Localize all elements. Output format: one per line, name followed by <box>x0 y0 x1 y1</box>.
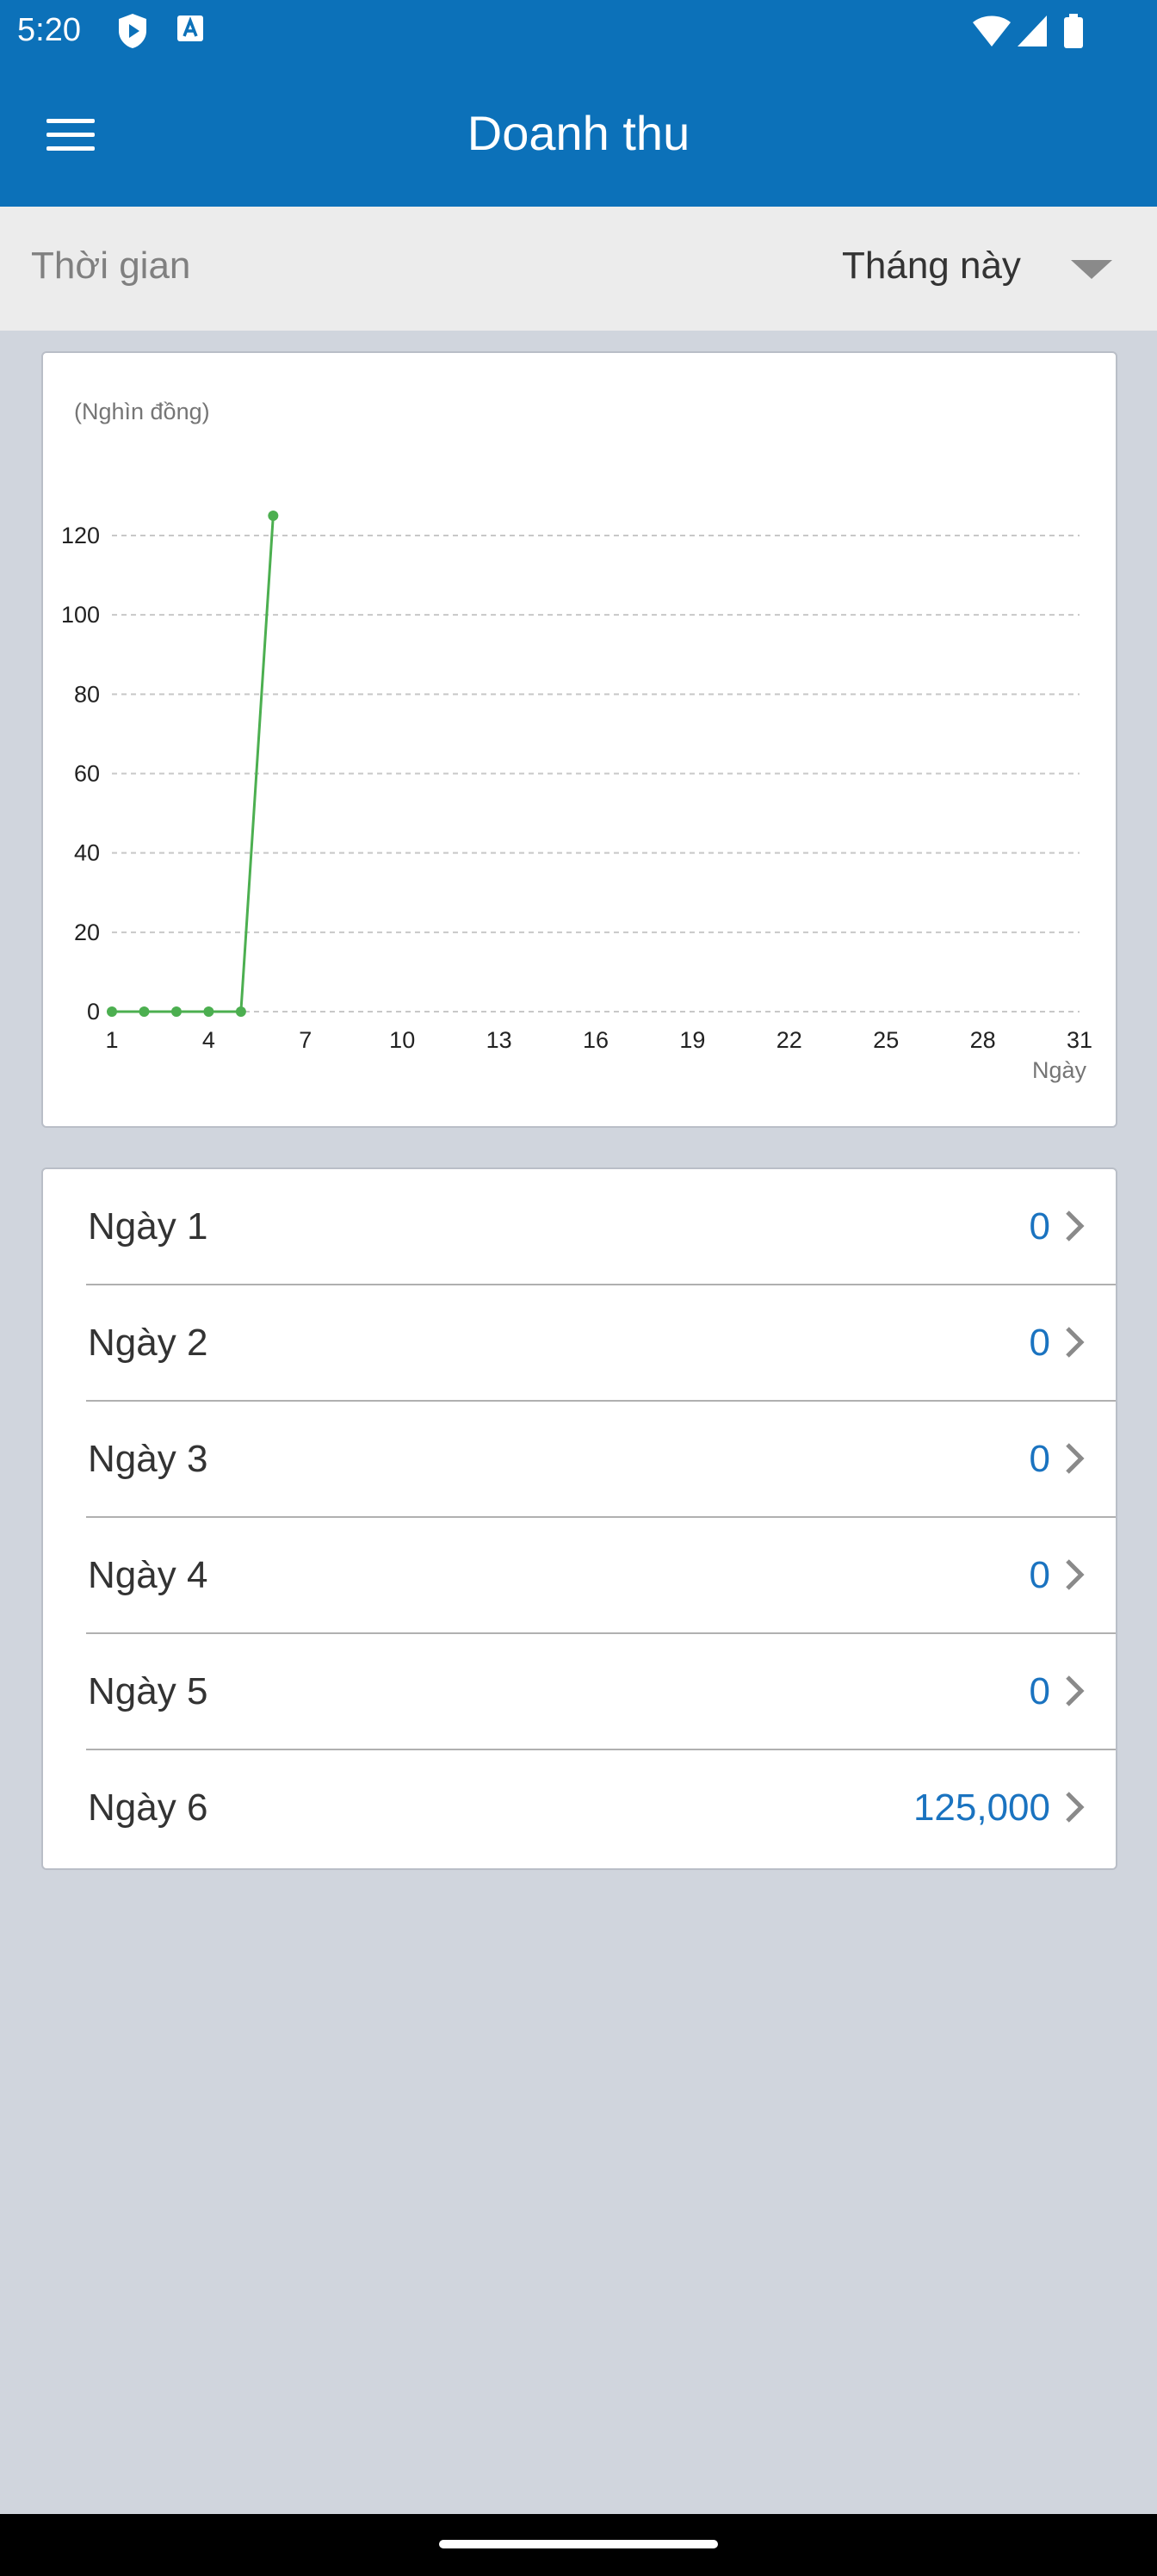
signal-icon <box>1016 12 1050 54</box>
chart-x-tick-label: 28 <box>970 1027 996 1053</box>
day-revenue-value: 0 <box>1029 1438 1050 1480</box>
day-label: Ngày 4 <box>88 1554 208 1596</box>
chart-x-tick-label: 13 <box>486 1027 512 1053</box>
top-app-bar: 5:20 Doanh thu <box>0 0 1157 207</box>
chart-x-tick-label: 19 <box>679 1027 705 1053</box>
time-filter-bar: Thời gian Tháng này <box>0 207 1157 331</box>
chart-y-unit-label: (Nghìn đồng) <box>74 399 210 424</box>
chart-x-tick-label: 1 <box>105 1027 118 1053</box>
chevron-right-icon <box>1059 1557 1090 1592</box>
translate-a-icon <box>176 12 207 51</box>
day-revenue-value: 0 <box>1029 1322 1050 1364</box>
chart-y-tick-label: 0 <box>87 999 100 1025</box>
day-revenue-value: 0 <box>1029 1205 1050 1248</box>
revenue-chart-card: (Nghìn đồng) Ngày 0 20 40 60 80 100 120 1 4 7 10 13… <box>41 351 1117 1128</box>
status-time: 5:20 <box>17 12 81 48</box>
chart-y-tick-label: 100 <box>61 602 100 628</box>
app-header: Doanh thu <box>0 62 1157 207</box>
chevron-right-icon <box>1059 1674 1090 1708</box>
chart-x-tick-label: 25 <box>873 1027 899 1053</box>
daily-revenue-list: Ngày 1 0 Ngày 2 0 Ngày 3 0 Ngày 4 0 Ngày 5 0 Ngày … <box>41 1167 1117 1870</box>
chevron-right-icon <box>1059 1325 1090 1359</box>
day-revenue-value: 0 <box>1029 1554 1050 1596</box>
time-filter-label: Thời gian <box>31 245 191 287</box>
day-revenue-row[interactable]: Ngày 4 0 <box>43 1518 1116 1634</box>
day-label: Ngày 1 <box>88 1205 208 1248</box>
battery-icon <box>1062 12 1085 54</box>
day-revenue-row[interactable]: Ngày 5 0 <box>43 1634 1116 1750</box>
status-bar: 5:20 <box>0 0 1157 62</box>
dropdown-arrow-icon <box>1071 260 1112 279</box>
chevron-right-icon <box>1059 1790 1090 1824</box>
revenue-data-point <box>235 1006 246 1017</box>
shield-play-icon <box>115 12 150 54</box>
chart-x-tick-label: 22 <box>776 1027 802 1053</box>
day-revenue-row[interactable]: Ngày 1 0 <box>43 1169 1116 1285</box>
day-revenue-row[interactable]: Ngày 6 125,000 <box>43 1750 1116 1864</box>
chevron-right-icon <box>1059 1209 1090 1243</box>
day-revenue-value: 125,000 <box>913 1786 1050 1829</box>
revenue-series-line <box>112 515 275 1013</box>
navigation-bar <box>0 2514 1157 2576</box>
chart-x-tick-label: 4 <box>202 1027 215 1053</box>
chart-y-tick-label: 120 <box>61 523 100 548</box>
chart-x-unit-label: Ngày <box>1032 1057 1087 1083</box>
day-revenue-row[interactable]: Ngày 3 0 <box>43 1402 1116 1518</box>
chart-y-tick-label: 60 <box>74 761 100 787</box>
day-label: Ngày 6 <box>88 1786 208 1829</box>
day-label: Ngày 2 <box>88 1322 208 1364</box>
wifi-icon <box>971 12 1012 54</box>
chart-x-tick-label: 7 <box>299 1027 312 1053</box>
day-label: Ngày 3 <box>88 1438 208 1480</box>
revenue-data-point <box>203 1006 214 1017</box>
time-period-dropdown[interactable]: Tháng này <box>809 232 1136 305</box>
revenue-data-point <box>268 510 279 521</box>
chart-y-tick-label: 20 <box>74 920 100 945</box>
revenue-data-point <box>107 1006 117 1017</box>
chart-x-tick-label: 10 <box>389 1027 415 1053</box>
time-period-value: Tháng này <box>842 245 1021 287</box>
day-label: Ngày 5 <box>88 1670 208 1712</box>
revenue-data-point <box>139 1006 150 1017</box>
chart-y-tick-label: 80 <box>74 681 100 707</box>
chart-x-tick-label: 31 <box>1067 1027 1092 1053</box>
chart-y-tick-label: 40 <box>74 840 100 866</box>
revenue-line-chart: (Nghìn đồng) Ngày 0 20 40 60 80 100 120 1 4 7 10 13… <box>61 399 1092 1083</box>
chevron-right-icon <box>1059 1441 1090 1476</box>
day-revenue-row[interactable]: Ngày 2 0 <box>43 1285 1116 1402</box>
chart-x-tick-label: 16 <box>583 1027 609 1053</box>
day-revenue-value: 0 <box>1029 1670 1050 1712</box>
home-indicator[interactable] <box>439 2540 718 2548</box>
revenue-data-point <box>170 1006 182 1017</box>
page-title: Doanh thu <box>467 106 690 160</box>
